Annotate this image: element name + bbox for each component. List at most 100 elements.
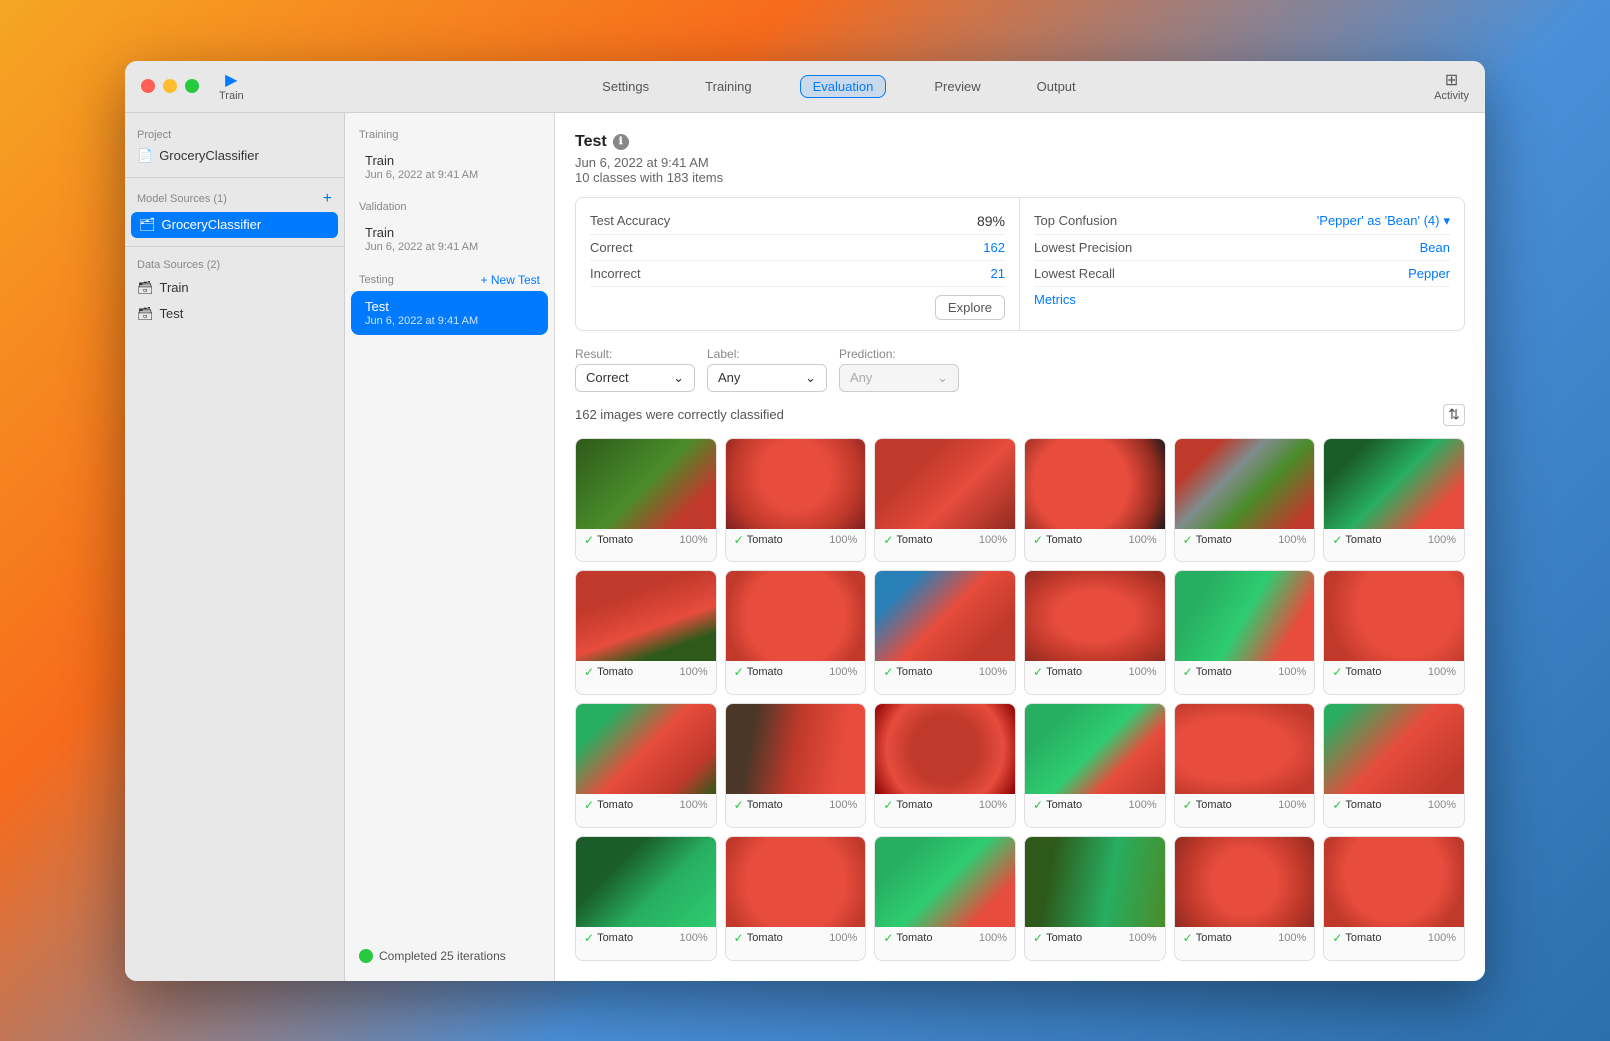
training-item-date: Jun 6, 2022 at 9:41 AM [365,169,534,181]
image-class-label: Tomato [597,932,633,944]
label-filter-select[interactable]: Any ⌄ [707,364,827,392]
image-confidence: 100% [829,666,857,678]
image-confidence: 100% [979,666,1007,678]
label-filter-label: Label: [707,347,827,361]
image-card[interactable]: ✓ Tomato 100% [575,438,717,563]
image-label-row: ✓ Tomato 100% [1175,794,1315,816]
image-label: ✓ Tomato [1033,533,1082,547]
validation-item[interactable]: Train Jun 6, 2022 at 9:41 AM [351,217,548,261]
image-card[interactable]: ✓ Tomato 100% [1174,836,1316,961]
status-text: Completed 25 iterations [379,949,506,963]
image-card[interactable]: ✓ Tomato 100% [1024,703,1166,828]
sidebar-item-test[interactable]: 🗃 Test [125,301,344,327]
sidebar-item-project[interactable]: 📄 GroceryClassifier [125,143,344,169]
preview-tab[interactable]: Preview [926,75,988,98]
image-card[interactable]: ✓ Tomato 100% [1174,438,1316,563]
image-confidence: 100% [680,799,708,811]
check-icon: ✓ [1033,798,1043,812]
activity-icon: ⊞ [1445,70,1458,90]
image-card[interactable]: ✓ Tomato 100% [1323,836,1465,961]
traffic-lights [141,79,199,93]
minimize-button[interactable] [163,79,177,93]
image-card[interactable]: ✓ Tomato 100% [874,703,1016,828]
train-button[interactable]: ▶ Train [219,70,244,102]
image-card[interactable]: ✓ Tomato 100% [1024,570,1166,695]
image-card[interactable]: ✓ Tomato 100% [874,438,1016,563]
lowest-recall-row: Lowest Recall Pepper [1034,261,1450,287]
image-label-row: ✓ Tomato 100% [1025,794,1165,816]
new-test-button[interactable]: + New Test [481,273,540,287]
maximize-button[interactable] [185,79,199,93]
image-label: ✓ Tomato [1033,798,1082,812]
image-label-row: ✓ Tomato 100% [576,529,716,551]
training-item[interactable]: Train Jun 6, 2022 at 9:41 AM [351,145,548,189]
image-card[interactable]: ✓ Tomato 100% [1024,836,1166,961]
train-label: Train [219,90,244,102]
image-grid: ✓ Tomato 100% ✓ Tomato 100% ✓ Tomato 100… [575,438,1465,961]
info-icon[interactable]: ℹ [613,134,629,150]
result-filter-value: Correct [586,370,629,385]
test-item[interactable]: Test Jun 6, 2022 at 9:41 AM [351,291,548,335]
image-card[interactable]: ✓ Tomato 100% [1024,438,1166,563]
sidebar-item-train[interactable]: 🗃 Train [125,275,344,301]
prediction-filter-select[interactable]: Any ⌄ [839,364,959,392]
prediction-chevron-icon: ⌄ [937,370,948,386]
check-icon: ✓ [1332,665,1342,679]
lowest-recall-label: Lowest Recall [1034,266,1115,281]
test-item-date: Jun 6, 2022 at 9:41 AM [365,315,534,327]
image-label: ✓ Tomato [734,798,783,812]
output-tab[interactable]: Output [1029,75,1084,98]
image-card[interactable]: ✓ Tomato 100% [575,836,717,961]
image-confidence: 100% [1129,932,1157,944]
image-card[interactable]: ✓ Tomato 100% [874,570,1016,695]
image-card[interactable]: ✓ Tomato 100% [575,703,717,828]
image-thumbnail [1175,704,1315,794]
image-class-label: Tomato [1196,799,1232,811]
settings-tab[interactable]: Settings [594,75,657,98]
validation-item-title: Train [365,225,394,240]
test-item-title: Test [365,299,389,314]
image-class-label: Tomato [1196,666,1232,678]
image-card[interactable]: ✓ Tomato 100% [1323,438,1465,563]
image-card[interactable]: ✓ Tomato 100% [1174,703,1316,828]
image-card[interactable]: ✓ Tomato 100% [1174,570,1316,695]
training-item-title: Train [365,153,394,168]
result-filter-select[interactable]: Correct ⌄ [575,364,695,392]
image-label-row: ✓ Tomato 100% [1324,661,1464,683]
image-card[interactable]: ✓ Tomato 100% [725,836,867,961]
training-tab[interactable]: Training [697,75,759,98]
evaluation-tab[interactable]: Evaluation [800,75,887,98]
image-card[interactable]: ✓ Tomato 100% [1323,570,1465,695]
metrics-link-row[interactable]: Metrics [1034,287,1450,312]
image-label-row: ✓ Tomato 100% [1175,661,1315,683]
image-card[interactable]: ✓ Tomato 100% [725,703,867,828]
add-model-button[interactable]: + [323,190,332,208]
image-card[interactable]: ✓ Tomato 100% [725,438,867,563]
check-icon: ✓ [734,798,744,812]
image-thumbnail [1324,439,1464,529]
image-thumbnail [1324,704,1464,794]
image-label-row: ✓ Tomato 100% [1025,529,1165,551]
image-class-label: Tomato [1046,799,1082,811]
image-thumbnail [726,571,866,661]
activity-button[interactable]: ⊞ Activity [1434,70,1469,102]
sort-button[interactable]: ⇅ [1443,404,1465,426]
close-button[interactable] [141,79,155,93]
status-bar: Completed 25 iterations [345,943,554,969]
image-label: ✓ Tomato [1033,931,1082,945]
explore-button[interactable]: Explore [935,295,1005,320]
top-confusion-value[interactable]: 'Pepper' as 'Bean' (4) ▾ [1317,213,1450,229]
image-card[interactable]: ✓ Tomato 100% [1323,703,1465,828]
image-card[interactable]: ✓ Tomato 100% [725,570,867,695]
left-panel: Training Train Jun 6, 2022 at 9:41 AM Va… [345,113,555,981]
project-section-label: Project [125,125,344,143]
titlebar: ▶ Train Settings Training Evaluation Pre… [125,61,1485,113]
check-icon: ✓ [1332,798,1342,812]
play-icon: ▶ [225,70,237,90]
sidebar-item-model[interactable]: 🗂 GroceryClassifier [131,212,338,238]
training-section-label: Training [345,125,554,145]
image-card[interactable]: ✓ Tomato 100% [874,836,1016,961]
image-card[interactable]: ✓ Tomato 100% [575,570,717,695]
result-filter-group: Result: Correct ⌄ [575,347,695,392]
train-data-label: Train [160,280,189,295]
